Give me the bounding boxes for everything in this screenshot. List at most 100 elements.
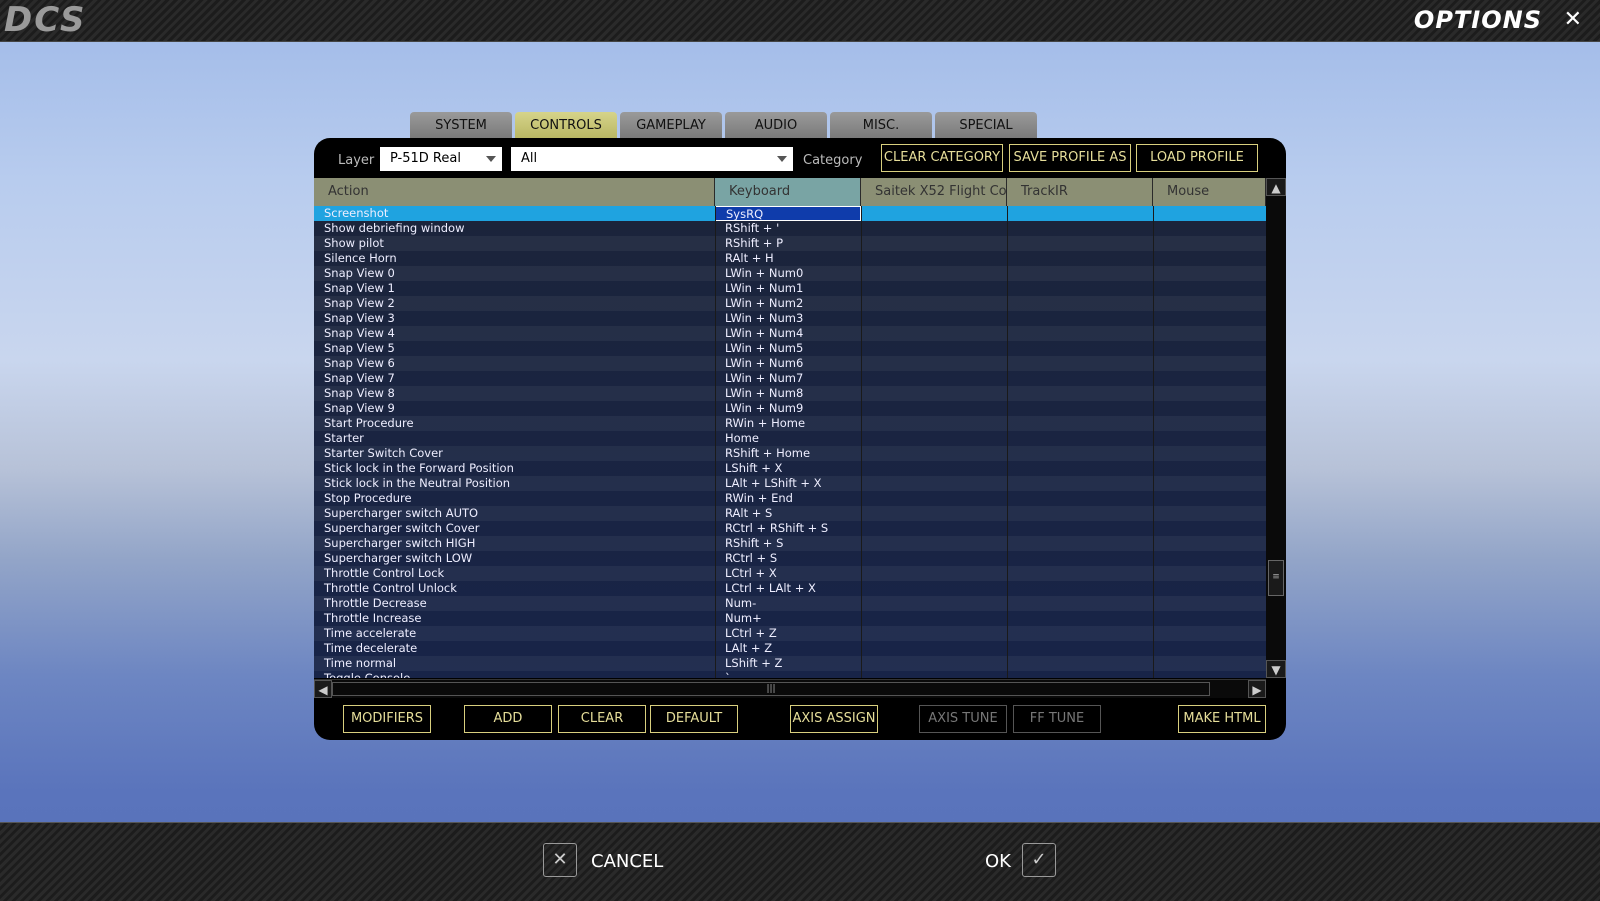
keyboard-cell[interactable]: RAlt + H	[715, 251, 861, 266]
table-row[interactable]: Supercharger switch AUTO RAlt + S	[314, 506, 1266, 521]
default-button[interactable]: DEFAULT	[650, 705, 738, 733]
mouse-cell[interactable]	[1153, 536, 1266, 551]
table-row[interactable]: Snap View 2 LWin + Num2	[314, 296, 1266, 311]
mouse-cell[interactable]	[1153, 341, 1266, 356]
mouse-cell[interactable]	[1153, 566, 1266, 581]
column-header-joystick[interactable]: Saitek X52 Flight Co	[861, 178, 1007, 206]
mouse-cell[interactable]	[1153, 386, 1266, 401]
keyboard-cell[interactable]: RShift + P	[715, 236, 861, 251]
clear-category-button[interactable]: CLEAR CATEGORY	[881, 144, 1003, 172]
joystick-cell[interactable]	[861, 416, 1007, 431]
save-profile-as-button[interactable]: SAVE PROFILE AS	[1009, 144, 1131, 172]
joystick-cell[interactable]	[861, 266, 1007, 281]
tab-controls[interactable]: CONTROLS	[515, 112, 617, 138]
trackir-cell[interactable]	[1007, 296, 1153, 311]
trackir-cell[interactable]	[1007, 596, 1153, 611]
action-cell[interactable]: Snap View 9	[314, 401, 715, 416]
mouse-cell[interactable]	[1153, 461, 1266, 476]
trackir-cell[interactable]	[1007, 581, 1153, 596]
trackir-cell[interactable]	[1007, 431, 1153, 446]
table-row[interactable]: Stop Procedure RWin + End	[314, 491, 1266, 506]
trackir-cell[interactable]	[1007, 506, 1153, 521]
joystick-cell[interactable]	[861, 581, 1007, 596]
mouse-cell[interactable]	[1153, 506, 1266, 521]
mouse-cell[interactable]	[1153, 446, 1266, 461]
joystick-cell[interactable]	[861, 356, 1007, 371]
tab-audio[interactable]: AUDIO	[725, 112, 827, 138]
trackir-cell[interactable]	[1007, 401, 1153, 416]
joystick-cell[interactable]	[861, 626, 1007, 641]
axis-assign-button[interactable]: AXIS ASSIGN	[790, 705, 878, 733]
joystick-cell[interactable]	[861, 521, 1007, 536]
mouse-cell[interactable]	[1153, 611, 1266, 626]
action-cell[interactable]: Screenshot	[314, 206, 715, 221]
table-row[interactable]: Snap View 3 LWin + Num3	[314, 311, 1266, 326]
joystick-cell[interactable]	[861, 371, 1007, 386]
action-cell[interactable]: Time normal	[314, 656, 715, 671]
keyboard-cell[interactable]: LWin + Num3	[715, 311, 861, 326]
trackir-cell[interactable]	[1007, 371, 1153, 386]
close-icon[interactable]: ✕	[1564, 6, 1582, 34]
keyboard-cell[interactable]: SysRQ	[715, 206, 861, 221]
mouse-cell[interactable]	[1153, 251, 1266, 266]
action-cell[interactable]: Silence Horn	[314, 251, 715, 266]
action-cell[interactable]: Throttle Control Lock	[314, 566, 715, 581]
keyboard-cell[interactable]: Num+	[715, 611, 861, 626]
keyboard-cell[interactable]: `	[715, 671, 861, 678]
table-row[interactable]: Time normal LShift + Z	[314, 656, 1266, 671]
modifiers-button[interactable]: MODIFIERS	[343, 705, 431, 733]
trackir-cell[interactable]	[1007, 326, 1153, 341]
action-cell[interactable]: Snap View 4	[314, 326, 715, 341]
trackir-cell[interactable]	[1007, 311, 1153, 326]
trackir-cell[interactable]	[1007, 236, 1153, 251]
ok-button[interactable]: OK	[985, 851, 1011, 872]
joystick-cell[interactable]	[861, 566, 1007, 581]
joystick-cell[interactable]	[861, 656, 1007, 671]
action-cell[interactable]: Throttle Control Unlock	[314, 581, 715, 596]
action-cell[interactable]: Supercharger switch HIGH	[314, 536, 715, 551]
mouse-cell[interactable]	[1153, 416, 1266, 431]
joystick-cell[interactable]	[861, 251, 1007, 266]
trackir-cell[interactable]	[1007, 551, 1153, 566]
cancel-button[interactable]: CANCEL	[591, 851, 663, 872]
action-cell[interactable]: Snap View 6	[314, 356, 715, 371]
vertical-scrollbar[interactable]: ▲ ≡ ▼	[1266, 178, 1286, 678]
mouse-cell[interactable]	[1153, 221, 1266, 236]
table-row[interactable]: Show pilot RShift + P	[314, 236, 1266, 251]
action-cell[interactable]: Stick lock in the Forward Position	[314, 461, 715, 476]
trackir-cell[interactable]	[1007, 491, 1153, 506]
tab-gameplay[interactable]: GAMEPLAY	[620, 112, 722, 138]
keyboard-cell[interactable]: LWin + Num6	[715, 356, 861, 371]
keyboard-cell[interactable]: Home	[715, 431, 861, 446]
joystick-cell[interactable]	[861, 476, 1007, 491]
action-cell[interactable]: Throttle Decrease	[314, 596, 715, 611]
keyboard-cell[interactable]: RWin + End	[715, 491, 861, 506]
keyboard-cell[interactable]: LWin + Num5	[715, 341, 861, 356]
horizontal-scroll-thumb[interactable]: |||	[332, 682, 1210, 696]
table-row[interactable]: Silence Horn RAlt + H	[314, 251, 1266, 266]
scroll-up-icon[interactable]: ▲	[1266, 178, 1286, 196]
action-cell[interactable]: Show pilot	[314, 236, 715, 251]
table-row[interactable]: Starter Switch Cover RShift + Home	[314, 446, 1266, 461]
mouse-cell[interactable]	[1153, 491, 1266, 506]
keyboard-cell[interactable]: RShift + '	[715, 221, 861, 236]
action-cell[interactable]: Stick lock in the Neutral Position	[314, 476, 715, 491]
keyboard-cell[interactable]: RAlt + S	[715, 506, 861, 521]
trackir-cell[interactable]	[1007, 461, 1153, 476]
trackir-cell[interactable]	[1007, 416, 1153, 431]
trackir-cell[interactable]	[1007, 446, 1153, 461]
trackir-cell[interactable]	[1007, 656, 1153, 671]
action-cell[interactable]: Snap View 3	[314, 311, 715, 326]
column-header-mouse[interactable]: Mouse	[1153, 178, 1266, 206]
keyboard-cell[interactable]: LWin + Num7	[715, 371, 861, 386]
scroll-thumb[interactable]: ≡	[1268, 560, 1284, 596]
make-html-button[interactable]: MAKE HTML	[1178, 705, 1266, 733]
joystick-cell[interactable]	[861, 341, 1007, 356]
joystick-cell[interactable]	[861, 551, 1007, 566]
mouse-cell[interactable]	[1153, 671, 1266, 678]
joystick-cell[interactable]	[861, 461, 1007, 476]
keyboard-cell[interactable]: LAlt + Z	[715, 641, 861, 656]
table-row[interactable]: Supercharger switch LOW RCtrl + S	[314, 551, 1266, 566]
trackir-cell[interactable]	[1007, 206, 1153, 221]
keyboard-cell[interactable]: LWin + Num9	[715, 401, 861, 416]
